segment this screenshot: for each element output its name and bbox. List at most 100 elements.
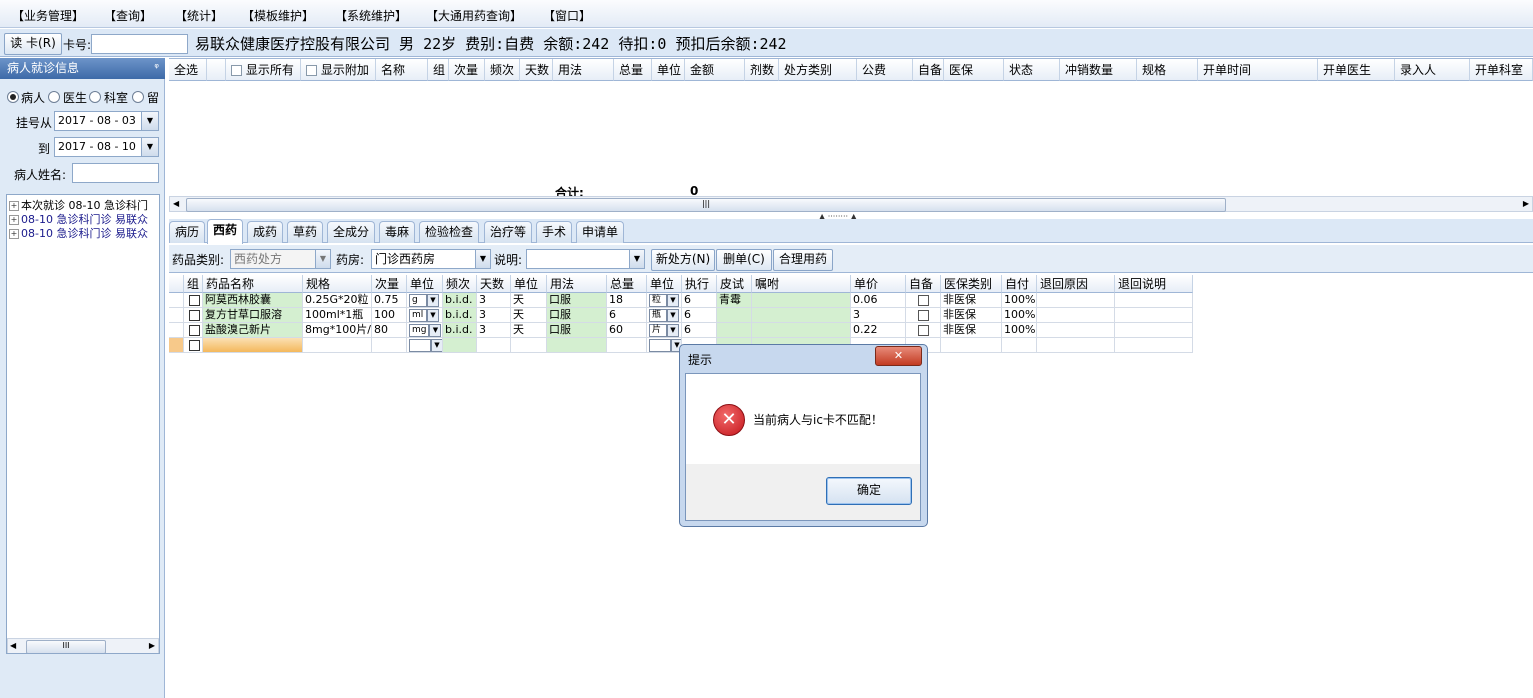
cell-self-pay[interactable]: 100% — [1002, 293, 1037, 308]
reg-from-date[interactable]: 2017 - 08 - 03 ▼ — [54, 111, 159, 131]
ok-button[interactable]: 确定 — [826, 477, 912, 505]
new-prescription-button[interactable]: 新处方(N) — [651, 249, 715, 271]
col-name[interactable]: 名称 — [376, 59, 428, 81]
close-button[interactable]: ✕ — [875, 346, 922, 366]
col-insurance-type[interactable]: 医保类别 — [941, 275, 1002, 293]
new-row-cell[interactable] — [477, 338, 511, 353]
menu-drug-query[interactable]: 【大通用药查询】 — [426, 7, 522, 24]
col-order-time[interactable]: 开单时间 — [1198, 59, 1318, 81]
cell-name[interactable]: 盐酸溴己新片 — [203, 323, 303, 338]
expand-icon[interactable]: + — [9, 215, 19, 225]
empty-cell[interactable] — [1115, 323, 1193, 338]
tab-western-medicine[interactable]: 西药 — [207, 219, 244, 244]
col-return-note[interactable]: 退回说明 — [1115, 275, 1193, 293]
tab-lab-exam[interactable]: 检验检查 — [419, 221, 480, 243]
category-select[interactable]: 西药处方 ▼ — [230, 249, 331, 269]
scroll-right-icon[interactable]: ▶ — [149, 639, 155, 653]
tab-request[interactable]: 申请单 — [576, 221, 625, 243]
col-entered-by[interactable]: 录入人 — [1395, 59, 1470, 81]
menu-template[interactable]: 【模板维护】 — [242, 7, 314, 24]
cell-skin[interactable] — [717, 323, 752, 338]
col-spec[interactable]: 规格 — [303, 275, 372, 293]
col-advice[interactable]: 嘱咐 — [752, 275, 851, 293]
patient-name-input[interactable] — [72, 163, 159, 183]
col-show-extra[interactable]: 显示附加 — [301, 59, 376, 81]
chevron-down-icon[interactable]: ▼ — [315, 250, 330, 268]
cell-days[interactable]: 3 — [477, 293, 511, 308]
col-amount[interactable]: 金额 — [685, 59, 745, 81]
new-row-cell[interactable] — [1115, 338, 1193, 353]
col-frequency[interactable]: 频次 — [485, 59, 520, 81]
new-row-cell[interactable] — [607, 338, 647, 353]
tab-narcotic[interactable]: 毒麻 — [379, 221, 416, 243]
new-row-cell[interactable]: ▼ — [407, 338, 443, 353]
row-checkbox[interactable] — [184, 323, 203, 338]
reg-to-date[interactable]: 2017 - 08 - 10 ▼ — [54, 137, 159, 157]
col-total[interactable]: 总量 — [614, 59, 652, 81]
tree-item[interactable]: +08-10 急诊科门诊 易联众 — [9, 225, 148, 241]
note-select[interactable]: ▼ — [526, 249, 645, 269]
col-return-reason[interactable]: 退回原因 — [1037, 275, 1115, 293]
row-checkbox[interactable] — [184, 338, 203, 353]
expand-icon[interactable]: + — [9, 229, 19, 239]
delete-prescription-button[interactable]: 删单(C) — [716, 249, 772, 271]
chevron-down-icon[interactable]: ▼ — [629, 250, 644, 268]
new-row-cell[interactable] — [203, 338, 303, 353]
cell-spec[interactable]: 0.25G*20粒 — [303, 293, 372, 308]
new-row-cell[interactable] — [1037, 338, 1115, 353]
col-total[interactable]: 总量 — [607, 275, 647, 293]
col-dose[interactable]: 次量 — [372, 275, 407, 293]
empty-cell[interactable] — [1037, 323, 1115, 338]
col-total-unit[interactable]: 单位 — [647, 275, 682, 293]
col-spec[interactable]: 规格 — [1137, 59, 1198, 81]
col-group[interactable]: 组 — [428, 59, 449, 81]
col-doses[interactable]: 剂数 — [745, 59, 779, 81]
cell-name[interactable]: 阿莫西林胶囊 — [203, 293, 303, 308]
col-days-unit[interactable]: 单位 — [511, 275, 547, 293]
self-provided-checkbox[interactable] — [906, 323, 941, 338]
row-checkbox[interactable] — [184, 293, 203, 308]
tab-all-components[interactable]: 全成分 — [327, 221, 376, 243]
cell-price[interactable]: 0.06 — [851, 293, 906, 308]
read-card-button[interactable]: 读 卡(R) — [4, 33, 62, 55]
cell-total[interactable]: 60 — [607, 323, 647, 338]
empty-cell[interactable] — [1037, 308, 1115, 323]
chevron-down-icon[interactable]: ▼ — [141, 138, 158, 156]
col-unit[interactable]: 单位 — [652, 59, 685, 81]
col-writeoff-qty[interactable]: 冲销数量 — [1060, 59, 1137, 81]
cell-days[interactable]: 3 — [477, 308, 511, 323]
radio-patient[interactable] — [7, 91, 19, 103]
cell-freq[interactable]: b.i.d. — [443, 323, 477, 338]
pharmacy-select[interactable]: 门诊西药房 ▼ — [371, 249, 491, 269]
cell-advice[interactable] — [752, 323, 851, 338]
tab-medical-record[interactable]: 病历 — [169, 221, 206, 243]
cell-ins-type[interactable]: 非医保 — [941, 293, 1002, 308]
self-provided-checkbox[interactable] — [906, 308, 941, 323]
col-dose[interactable]: 次量 — [449, 59, 485, 81]
empty-cell[interactable] — [1115, 308, 1193, 323]
cell-total-unit[interactable]: 片 ▼ — [647, 323, 682, 338]
cell-price[interactable]: 0.22 — [851, 323, 906, 338]
menu-window[interactable]: 【窗口】 — [543, 7, 591, 24]
radio-observation[interactable] — [132, 91, 144, 103]
col-drug-name[interactable]: 药品名称 — [203, 275, 303, 293]
scroll-left-icon[interactable]: ◀ — [173, 197, 179, 211]
cell-freq[interactable]: b.i.d. — [443, 308, 477, 323]
scroll-right-icon[interactable]: ▶ — [1523, 197, 1529, 211]
tab-surgery[interactable]: 手术 — [536, 221, 573, 243]
col-skin-test[interactable]: 皮试 — [717, 275, 752, 293]
col-usage[interactable]: 用法 — [553, 59, 614, 81]
col-self-provided[interactable]: 自备 — [906, 275, 941, 293]
cell-spec[interactable]: 8mg*100片/ — [303, 323, 372, 338]
col-self-provided[interactable]: 自备 — [913, 59, 944, 81]
new-row-cell[interactable] — [547, 338, 607, 353]
col-insurance[interactable]: 医保 — [944, 59, 1004, 81]
new-row-cell[interactable] — [303, 338, 372, 353]
cell-freq[interactable]: b.i.d. — [443, 293, 477, 308]
cell-ins-type[interactable]: 非医保 — [941, 323, 1002, 338]
chevron-down-icon[interactable]: ▼ — [141, 112, 158, 130]
cell-dose[interactable]: 80 — [372, 323, 407, 338]
new-row-cell[interactable]: ▼ — [647, 338, 682, 353]
scroll-thumb[interactable]: III — [26, 640, 106, 653]
empty-cell[interactable] — [1037, 293, 1115, 308]
